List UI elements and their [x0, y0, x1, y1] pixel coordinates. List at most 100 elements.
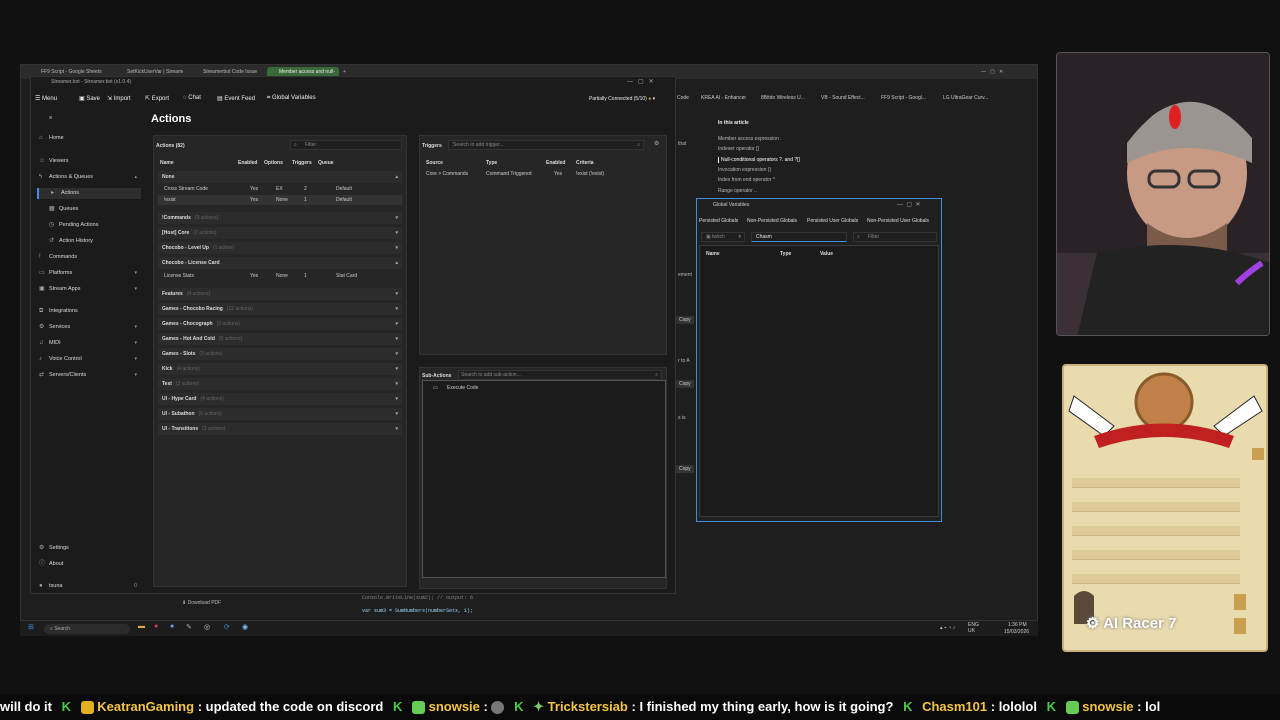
column-header[interactable]: Criteria	[576, 160, 594, 166]
export-button[interactable]: ⇱ Export	[145, 95, 169, 102]
sidebar-item-platforms[interactable]: ▭ Platforms ▾	[37, 268, 141, 279]
action-group[interactable]: Chocobo - Level Up (1 action) ▾	[158, 242, 402, 254]
action-group[interactable]: !Commands (3 actions) ▾	[158, 212, 402, 224]
window-controls[interactable]: — ▢ ✕	[981, 67, 1031, 78]
subaction-search-input[interactable]: Search to add sub-action... ⌕	[458, 370, 662, 380]
table-row[interactable]: License Stats Yes None 1 Stat Card	[158, 271, 402, 281]
article-link[interactable]: Indexer operator []	[718, 146, 759, 152]
sidebar-item-midi[interactable]: ♫ MIDI ▾	[37, 338, 141, 349]
clock-time[interactable]: 1:36 PM	[1008, 622, 1027, 628]
column-header[interactable]: Queue	[318, 160, 334, 166]
global-variables-button[interactable]: ⌗ Global Variables	[267, 95, 316, 102]
user-input[interactable]: Chasm	[751, 232, 847, 242]
sidebar-item-queues[interactable]: ▦ Queues	[37, 204, 141, 215]
column-header[interactable]: Value	[820, 251, 833, 257]
sidebar-item-settings[interactable]: ⚙ Settings	[37, 543, 141, 554]
action-group[interactable]: Features (4 actions) ▾	[158, 288, 402, 300]
column-header[interactable]: Name	[160, 160, 174, 166]
chat-button[interactable]: ◌ Chat	[183, 95, 201, 101]
save-button[interactable]: ▣ Save	[79, 95, 100, 102]
sidebar-item-services[interactable]: ⚙ Services ▾	[37, 322, 141, 333]
sidebar-item-servers-clients[interactable]: ⇄ Servers/Clients ▾	[37, 370, 141, 381]
sidebar-item-integrations[interactable]: ⧉ Integrations	[37, 306, 141, 317]
app-icon[interactable]: ●	[154, 623, 158, 630]
table-row[interactable]: Core > Commands Command Triggered Yes !e…	[424, 169, 668, 179]
article-link[interactable]: Index from end operator ^	[718, 177, 775, 183]
subaction-item[interactable]: ▭ Execute Code	[433, 383, 633, 393]
article-link[interactable]: Member access expression .	[718, 136, 782, 142]
app-icon[interactable]: ◎	[204, 623, 210, 631]
hamburger-icon[interactable]: ≡	[37, 113, 141, 124]
tray-icons[interactable]: ▴ ⌁ ◔ ♪	[940, 625, 955, 631]
settings-icon[interactable]: ⚙	[654, 140, 659, 147]
bookmark[interactable]: Code	[677, 95, 689, 101]
action-group-none[interactable]: None ▴	[158, 171, 402, 183]
bookmark[interactable]: KREA AI - Enhancer	[701, 95, 746, 101]
platform-select[interactable]: ▣ twitch ▾	[701, 232, 745, 242]
windows-start-icon[interactable]: ⊞	[28, 623, 34, 631]
tab-persisted-user-globals[interactable]: Persisted User Globals	[807, 218, 858, 224]
column-header[interactable]: Type	[780, 251, 791, 257]
sidebar-item-stream-apps[interactable]: ▣ Stream Apps ▾	[37, 284, 141, 295]
sidebar-item-home[interactable]: ⌂ Home	[37, 133, 141, 144]
column-header[interactable]: Name	[706, 251, 720, 257]
sidebar-item-actions[interactable]: ▸ Actions	[37, 188, 141, 199]
action-group[interactable]: Games - Chocobo Racing (12 actions) ▾	[158, 303, 402, 315]
download-pdf-link[interactable]: ⬇ Download PDF	[182, 600, 221, 606]
sidebar-item-voice-control[interactable]: ♪ Voice Control ▾	[37, 354, 141, 365]
actions-filter-input[interactable]: ⌕ Filter	[290, 140, 402, 150]
article-link[interactable]: Range operator ..	[718, 188, 757, 194]
action-group[interactable]: UI - Subathon (6 actions) ▾	[158, 408, 402, 420]
sidebar-item-pending-actions[interactable]: ◷ Pending Actions	[37, 220, 141, 231]
sidebar-item-actions-queues[interactable]: ϟ Actions & Queues ▴	[37, 172, 141, 183]
column-header[interactable]: Type	[486, 160, 497, 166]
sidebar-item-action-history[interactable]: ↺ Action History	[37, 236, 141, 247]
column-header[interactable]: Triggers	[292, 160, 312, 166]
connection-status[interactable]: Partially Connected (5/10) ● ▾	[589, 96, 655, 102]
bookmark[interactable]: FF9 Script - Googl...	[881, 95, 926, 101]
sidebar-item-viewers[interactable]: ☺ Viewers	[37, 156, 141, 167]
column-header[interactable]: Options	[264, 160, 283, 166]
copy-button[interactable]: Copy	[676, 465, 694, 473]
window-controls[interactable]: — ▢ ✕	[627, 78, 654, 85]
folder-icon[interactable]: ▬	[138, 623, 145, 630]
import-button[interactable]: ⇲ Import	[107, 95, 131, 102]
app-icon[interactable]: ◉	[242, 623, 248, 631]
action-group-license-card[interactable]: Chocobo - License Card ▴	[158, 257, 402, 269]
tab-persisted-globals[interactable]: Persisted Globals	[699, 218, 738, 224]
action-group[interactable]: UI - Hype Card (4 actions) ▾	[158, 393, 402, 405]
article-link-active[interactable]: Null-conditional operators ?. and ?[]	[718, 157, 800, 163]
action-group[interactable]: UI - Transitions (2 actions) ▾	[158, 423, 402, 435]
taskbar-search[interactable]: ⌕ Search	[44, 624, 130, 634]
table-row-selected[interactable]: !exist Yes None 1 Default	[158, 195, 402, 205]
sidebar-item-about[interactable]: ⓘ About	[37, 559, 141, 570]
clock-date[interactable]: 15/03/2026	[1004, 629, 1029, 635]
table-row[interactable]: Cross Stream Code Yes EX 2 Default	[158, 184, 402, 194]
window-controls[interactable]: — ▢ ✕	[897, 201, 920, 208]
bookmark[interactable]: 8Bitdo Wireless U...	[761, 95, 805, 101]
sidebar-user[interactable]: ● tsuna 0	[37, 581, 141, 592]
tab-non-persisted-user-globals[interactable]: Non-Persisted User Globals	[867, 218, 929, 224]
bookmark[interactable]: LG UltraGear Curv...	[943, 95, 988, 101]
app-icon[interactable]: ●	[170, 623, 174, 630]
variables-filter-input[interactable]: ⌕ Filter	[853, 232, 937, 242]
app-icon[interactable]: ✎	[186, 623, 192, 631]
column-header[interactable]: Enabled	[546, 160, 565, 166]
column-header[interactable]: Source	[426, 160, 443, 166]
copy-button[interactable]: Copy	[676, 380, 694, 388]
copy-button[interactable]: Copy	[676, 316, 694, 324]
action-group[interactable]: Games - Hot And Cold (5 actions) ▾	[158, 333, 402, 345]
bookmark[interactable]: VB - Sound Effect...	[821, 95, 865, 101]
language-indicator[interactable]: ENG UK	[968, 622, 982, 634]
menu-button[interactable]: ☰ Menu	[35, 95, 57, 102]
action-group[interactable]: Test (2 actions) ▾	[158, 378, 402, 390]
sidebar-item-commands[interactable]: ! Commands	[37, 252, 141, 263]
action-group[interactable]: Games - Slots (3 actions) ▾	[158, 348, 402, 360]
trigger-search-input[interactable]: Search to add trigger... ⌕	[448, 140, 644, 150]
tab-non-persisted-globals[interactable]: Non-Persisted Globals	[747, 218, 797, 224]
action-group[interactable]: Kick (4 actions) ▾	[158, 363, 402, 375]
column-header[interactable]: Enabled	[238, 160, 257, 166]
app-icon[interactable]: ⟳	[224, 623, 230, 631]
article-link[interactable]: Invocation expression ()	[718, 167, 771, 173]
action-group[interactable]: [Host] Core (2 actions) ▾	[158, 227, 402, 239]
